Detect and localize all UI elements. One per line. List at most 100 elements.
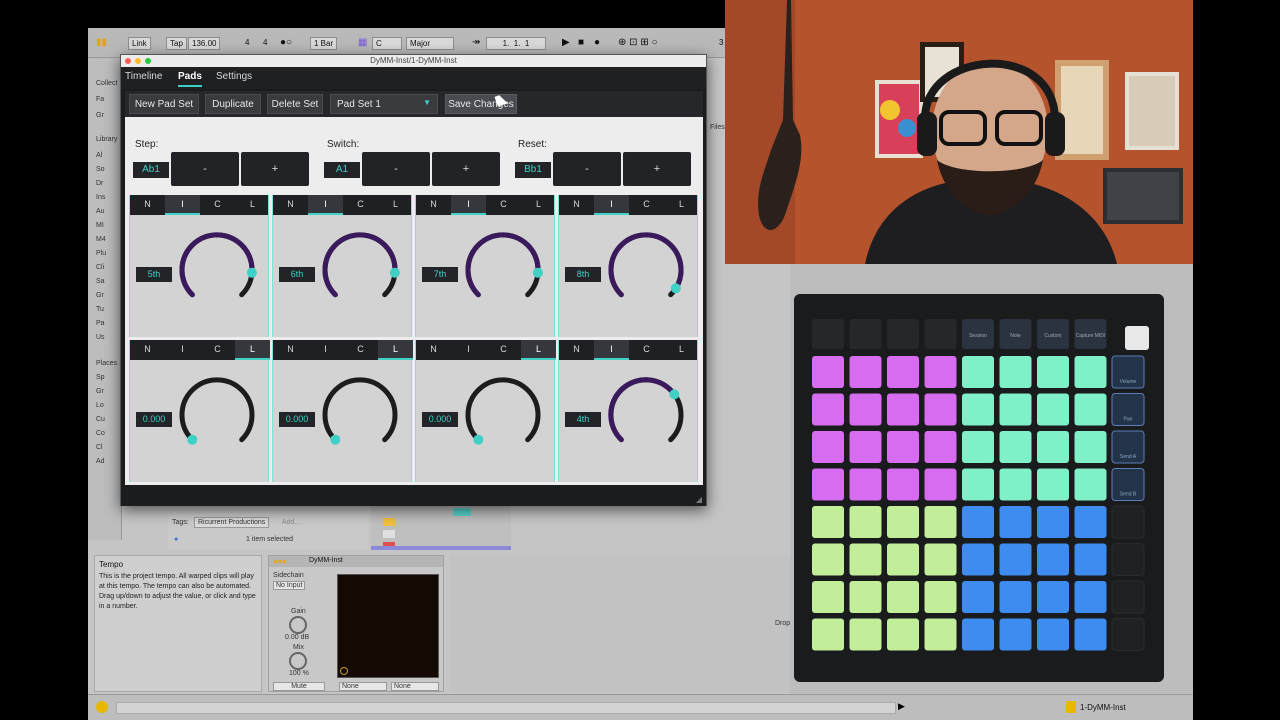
tempo-field[interactable]: 136.00 — [188, 37, 221, 50]
tag-chip[interactable]: Ricurrent Productions — [194, 517, 270, 528]
tap-button[interactable]: Tap — [166, 37, 187, 50]
pad-mode-tab[interactable]: L — [378, 195, 413, 215]
follow-icon[interactable]: ↠ — [472, 37, 480, 50]
duplicate-button[interactable]: Duplicate — [205, 94, 261, 114]
overdub-icon[interactable]: ⊕ ⊡ ⊞ ○ — [618, 37, 658, 50]
pad-knob[interactable] — [172, 225, 262, 315]
mix-knob[interactable] — [289, 652, 307, 670]
play-icon[interactable]: ▶ — [562, 37, 570, 50]
sidebar-item[interactable]: Gr — [96, 292, 104, 299]
key-select[interactable]: C — [372, 37, 402, 50]
pad-mode-tab[interactable]: L — [235, 195, 270, 215]
none-select-2[interactable]: None — [391, 682, 439, 691]
pad-mode-tab[interactable]: L — [664, 195, 699, 215]
sidebar-item[interactable]: Us — [96, 334, 105, 341]
stop-icon[interactable]: ■ — [578, 37, 584, 50]
pad-mode-tab[interactable]: I — [594, 195, 629, 215]
quantize-select[interactable]: 1 Bar — [310, 37, 338, 50]
pad-knob[interactable] — [601, 225, 691, 315]
pad-knob[interactable] — [458, 225, 548, 315]
step-note[interactable]: Ab1 — [133, 162, 169, 178]
sidebar-item[interactable]: Sa — [96, 278, 105, 285]
switch-plus-button[interactable]: + — [432, 152, 500, 186]
sidebar-item[interactable]: Dr — [96, 180, 103, 187]
pad-mode-tab[interactable]: N — [130, 195, 165, 215]
pad-mode-tab[interactable]: N — [273, 340, 308, 360]
pad-mode-tab[interactable]: N — [416, 340, 451, 360]
sidebar-item[interactable]: Gr — [96, 388, 104, 395]
pad-value[interactable]: 5th — [136, 267, 172, 282]
scale-select[interactable]: Major — [406, 37, 454, 50]
pad-value[interactable]: 0.000 — [422, 412, 458, 427]
pad-mode-tab[interactable]: I — [308, 195, 343, 215]
reset-plus-button[interactable]: + — [623, 152, 691, 186]
pad-mode-tab[interactable]: C — [629, 340, 664, 360]
pad-mode-tab[interactable]: L — [521, 340, 556, 360]
sidebar-item[interactable]: Lo — [96, 402, 104, 409]
sidebar-item[interactable]: M4 — [96, 236, 106, 243]
pad-mode-tab[interactable]: L — [664, 340, 699, 360]
pad-mode-tab[interactable]: C — [486, 195, 521, 215]
scale-mode-icon[interactable]: ▦ — [358, 37, 367, 50]
sidebar-item[interactable]: Ins — [96, 194, 105, 201]
step-minus-button[interactable]: - — [171, 152, 239, 186]
resize-grip-icon[interactable]: ◢ — [696, 495, 702, 504]
pad-mode-tab[interactable]: L — [521, 195, 556, 215]
pad-value[interactable]: 6th — [279, 267, 315, 282]
pad-knob[interactable] — [172, 370, 262, 460]
sidebar-item[interactable]: Au — [96, 208, 105, 215]
sidebar-item[interactable]: MI — [96, 222, 104, 229]
sidebar-item[interactable]: Cli — [96, 264, 104, 271]
pad-mode-tab[interactable]: C — [200, 340, 235, 360]
sidebar-item[interactable]: Fa — [96, 96, 104, 103]
tab-settings[interactable]: Settings — [216, 71, 252, 85]
pad-mode-tab[interactable]: C — [200, 195, 235, 215]
pad-value[interactable]: 0.000 — [136, 412, 172, 427]
pad-mode-tab[interactable]: L — [235, 340, 270, 360]
pad-mode-tab[interactable]: I — [165, 195, 200, 215]
tag-add[interactable]: Add... — [282, 519, 300, 526]
pad-mode-tab[interactable]: L — [378, 340, 413, 360]
sidebar-item[interactable]: Co — [96, 430, 105, 437]
switch-minus-button[interactable]: - — [362, 152, 430, 186]
sidechain-input[interactable]: No Input — [273, 581, 306, 590]
link-button[interactable]: Link — [128, 37, 151, 50]
pad-mode-tab[interactable]: N — [273, 195, 308, 215]
pad-mode-tab[interactable]: C — [343, 340, 378, 360]
reset-note[interactable]: Bb1 — [515, 162, 551, 178]
pad-mode-tab[interactable]: N — [416, 195, 451, 215]
sidebar-item[interactable]: Tu — [96, 306, 104, 313]
time-sig-num[interactable]: 4 — [242, 37, 252, 50]
pad-mode-tab[interactable]: C — [629, 195, 664, 215]
pad-mode-tab[interactable]: N — [559, 340, 594, 360]
sidebar-item[interactable]: Gr — [96, 112, 104, 119]
sidebar-item[interactable]: So — [96, 166, 105, 173]
sidebar-item[interactable]: Cu — [96, 416, 105, 423]
pad-mode-tab[interactable]: N — [559, 195, 594, 215]
time-sig-den[interactable]: 4 — [260, 37, 270, 50]
pad-mode-tab[interactable]: N — [130, 340, 165, 360]
gain-knob[interactable] — [289, 616, 307, 634]
pad-knob[interactable] — [315, 225, 405, 315]
sidebar-item[interactable]: Pa — [96, 320, 105, 327]
pad-value[interactable]: 7th — [422, 267, 458, 282]
pad-mode-tab[interactable]: C — [486, 340, 521, 360]
delete-set-button[interactable]: Delete Set — [267, 94, 323, 114]
step-plus-button[interactable]: + — [241, 152, 309, 186]
none-select-1[interactable]: None — [339, 682, 387, 691]
pad-mode-tab[interactable]: I — [594, 340, 629, 360]
device-power-icon[interactable]: ●▾● — [273, 557, 287, 566]
pad-knob[interactable] — [315, 370, 405, 460]
reset-minus-button[interactable]: - — [553, 152, 621, 186]
pad-value[interactable]: 4th — [565, 412, 601, 427]
pad-mode-tab[interactable]: C — [343, 195, 378, 215]
mute-button[interactable]: Mute — [273, 682, 325, 691]
tab-timeline[interactable]: Timeline — [125, 71, 162, 85]
metronome-icon[interactable]: ●○ — [280, 37, 292, 50]
sidebar-item[interactable]: Ad — [96, 458, 105, 465]
switch-note[interactable]: A1 — [324, 162, 360, 178]
record-icon[interactable]: ● — [594, 37, 600, 50]
sidebar-item[interactable]: Plu — [96, 250, 106, 257]
solo-s-button[interactable] — [383, 530, 395, 538]
pad-mode-tab[interactable]: I — [451, 340, 486, 360]
